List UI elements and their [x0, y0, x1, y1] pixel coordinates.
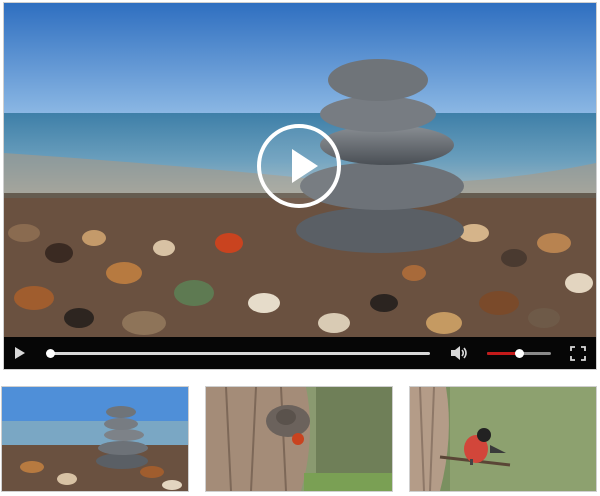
play-button[interactable]: [13, 346, 27, 360]
video-player[interactable]: [3, 2, 597, 370]
thumbnail-image: [206, 387, 392, 491]
play-circle-icon: [292, 149, 318, 183]
speaker-icon: [451, 346, 467, 360]
fullscreen-button[interactable]: [570, 346, 586, 361]
playlist-thumbnail-1[interactable]: [1, 386, 189, 492]
playlist-thumbnail-2[interactable]: [205, 386, 393, 492]
video-controls-bar: [4, 337, 596, 369]
play-overlay-button[interactable]: [257, 124, 341, 208]
progress-bar[interactable]: [46, 349, 430, 358]
progress-handle[interactable]: [46, 349, 55, 358]
thumbnail-image: [2, 387, 188, 491]
play-icon: [15, 347, 25, 359]
volume-slider[interactable]: [487, 349, 551, 358]
playlist-thumbnail-3[interactable]: [409, 386, 597, 492]
thumbnail-image: [410, 387, 596, 491]
volume-button[interactable]: [450, 345, 468, 361]
fullscreen-icon: [570, 346, 586, 361]
volume-handle[interactable]: [515, 349, 524, 358]
